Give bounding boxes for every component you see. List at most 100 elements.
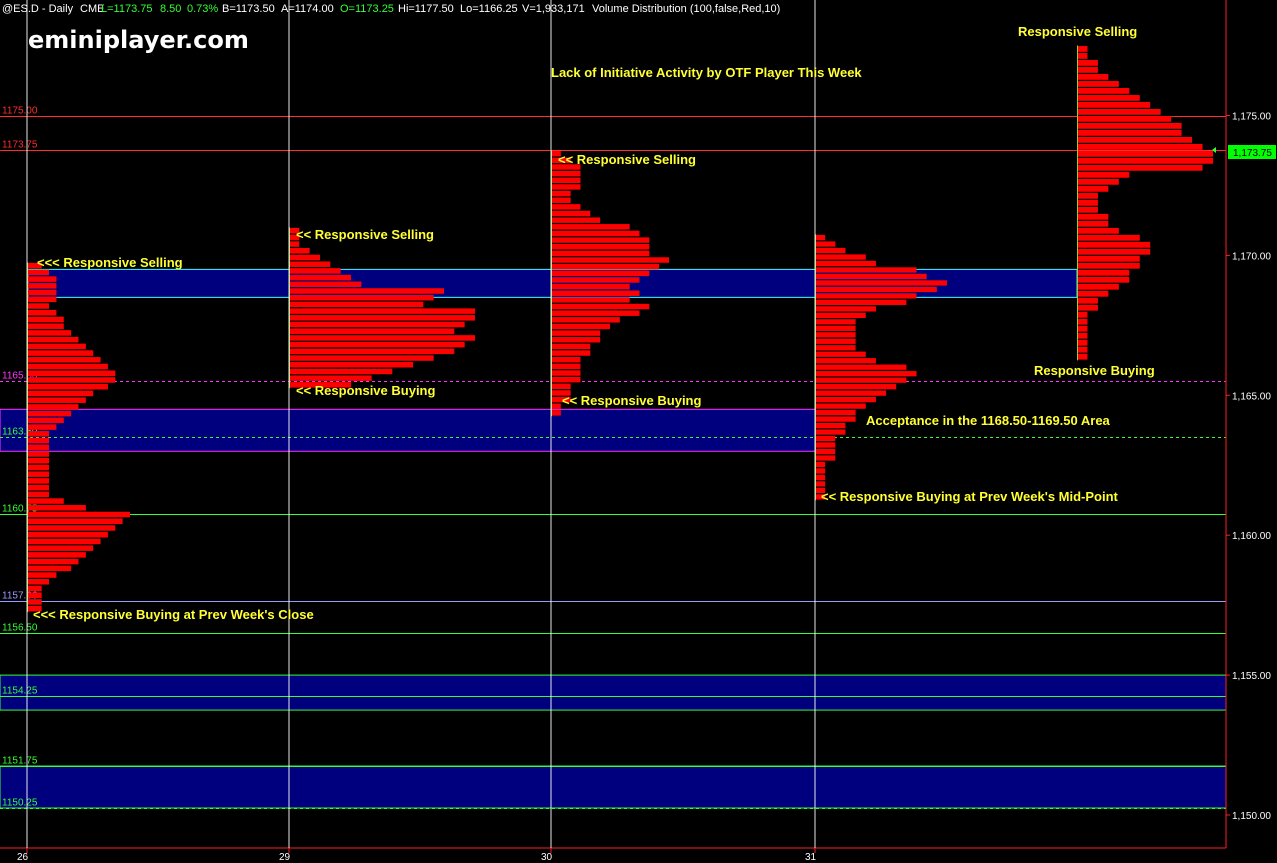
volume-profile-bar: [815, 429, 846, 435]
annotation-label: << Responsive Buying at Prev Week's Mid-…: [821, 489, 1119, 504]
volume-profile-bar: [27, 478, 50, 484]
volume-profile-bar: [27, 330, 72, 336]
y-tick-label: 1,155.00: [1232, 671, 1271, 682]
x-tick-label: 31: [805, 852, 817, 863]
volume-profile-bar: [289, 375, 372, 381]
volume-profile-bar: [1077, 206, 1098, 213]
volume-profile-bar: [27, 424, 57, 430]
price-level-label: 1173.75: [2, 140, 38, 151]
volume-profile-bar: [27, 585, 42, 592]
volume-profile-bar: [27, 343, 86, 350]
volume-profile-bar: [815, 273, 927, 280]
volume-profile-bar: [1077, 178, 1119, 185]
volume-profile-bar: [815, 371, 917, 377]
volume-profile-bar: [27, 350, 94, 356]
volume-profile-bar: [289, 281, 362, 288]
annotation-label: Responsive Buying: [1034, 363, 1155, 378]
volume-profile-bar: [1077, 297, 1098, 304]
header-change-pct: 0.73%: [187, 3, 218, 15]
annotation-label: <<< Responsive Selling: [37, 255, 183, 270]
volume-profile-bar: [27, 269, 50, 276]
volume-profile-bar: [289, 308, 475, 314]
volume-profile-bar: [27, 363, 108, 370]
x-tick-label: 26: [17, 852, 29, 863]
volume-profile-bar: [815, 384, 897, 390]
volume-profile-bar: [289, 241, 300, 247]
volume-profile-bar: [289, 328, 455, 334]
volume-profile-bar: [27, 444, 50, 451]
volume-profile-bar: [1077, 88, 1130, 94]
volume-profile-bar: [815, 260, 876, 267]
volume-profile-bar: [27, 599, 42, 605]
volume-profile-bar: [551, 177, 581, 184]
volume-profile-bar: [1077, 164, 1203, 171]
volume-profile-bar: [551, 257, 669, 263]
volume-profile-bar: [551, 217, 601, 223]
volume-profile-bar: [551, 330, 601, 336]
volume-profile-bar: [1077, 339, 1088, 346]
header-ask: A=1174.00: [281, 3, 334, 15]
y-tick-label: 1,175.00: [1232, 112, 1271, 123]
volume-profile-bar: [1077, 102, 1151, 108]
volume-profile-bar: [551, 403, 561, 409]
volume-profile-bar: [1077, 185, 1109, 192]
volume-profile-bar: [289, 268, 341, 274]
volume-profile-bar: [551, 237, 650, 243]
volume-profile-bar: [551, 297, 630, 303]
value-area-zone: [0, 765, 1227, 809]
volume-profile-bar: [551, 263, 660, 270]
volume-profile-bar: [27, 370, 116, 377]
volume-profile-bar: [1077, 332, 1088, 339]
volume-profile-bar: [27, 309, 57, 316]
volume-profile-bar: [1077, 220, 1109, 227]
header-readout: @ES.D - Daily CME L=1173.75 8.50 0.73% B…: [2, 3, 780, 15]
header-high: Hi=1177.50: [398, 3, 454, 15]
volume-profile-bar: [1077, 53, 1088, 59]
volume-profile-bar: [1077, 136, 1193, 143]
volume-profile-bar: [815, 481, 826, 487]
volume-profile-bar: [27, 552, 86, 558]
volume-profile-bar: [551, 204, 581, 210]
volume-profile-bar: [815, 358, 876, 364]
volume-profile-bar: [27, 498, 64, 504]
price-level-label: 1150.25: [2, 798, 38, 809]
volume-profile-bar: [551, 224, 630, 230]
volume-profile-bar: [27, 471, 50, 477]
volume-profile-bar: [289, 261, 331, 267]
volume-profile-bar: [551, 383, 571, 390]
y-tick-label: 1,165.00: [1232, 391, 1271, 402]
volume-profile-bar: [1077, 129, 1182, 136]
volume-profile-bar: [1077, 157, 1213, 164]
volume-profile-bar: [27, 316, 64, 323]
volume-profile-bar: [1077, 353, 1088, 360]
volume-profile-bar: [27, 404, 79, 410]
volume-profile-bar: [551, 350, 591, 356]
volume-profile-bar: [1077, 318, 1088, 325]
volume-profile-chart[interactable]: 1175.001173.751165.501163.501160.751157.…: [0, 0, 1277, 863]
y-tick-label: 1,170.00: [1232, 251, 1271, 262]
volume-profile-bar: [27, 303, 50, 309]
volume-profile-bar: [551, 370, 581, 376]
volume-profile-bar: [551, 190, 571, 197]
volume-profile-bar: [815, 351, 866, 357]
volume-profile-bar: [815, 332, 856, 338]
volume-profile-bar: [27, 505, 86, 511]
volume-profile-bar: [289, 315, 475, 321]
volume-profile-bar: [815, 461, 826, 468]
volume-profile-bar: [1077, 255, 1140, 262]
volume-profile-bar: [815, 241, 836, 247]
volume-profile-bar: [27, 390, 94, 397]
brand-logo-text: eminiplayer.com: [28, 26, 249, 54]
volume-profile-bar: [551, 343, 591, 350]
annotation-label: Acceptance in the 1168.50-1169.50 Area: [866, 413, 1111, 428]
annotation-label: Responsive Selling: [1018, 24, 1137, 39]
volume-profile-bar: [551, 197, 571, 203]
annotation-label: << Responsive Selling: [296, 227, 434, 242]
header-change: 8.50: [160, 3, 181, 15]
header-symbol: @ES.D - Daily: [2, 3, 74, 15]
volume-profile-bar: [27, 289, 57, 296]
volume-profile-bar: [289, 361, 413, 368]
header-study: Volume Distribution (100,false,Red,10): [592, 3, 780, 15]
volume-profile-bar: [551, 230, 640, 237]
volume-profile-bar: [551, 317, 620, 323]
